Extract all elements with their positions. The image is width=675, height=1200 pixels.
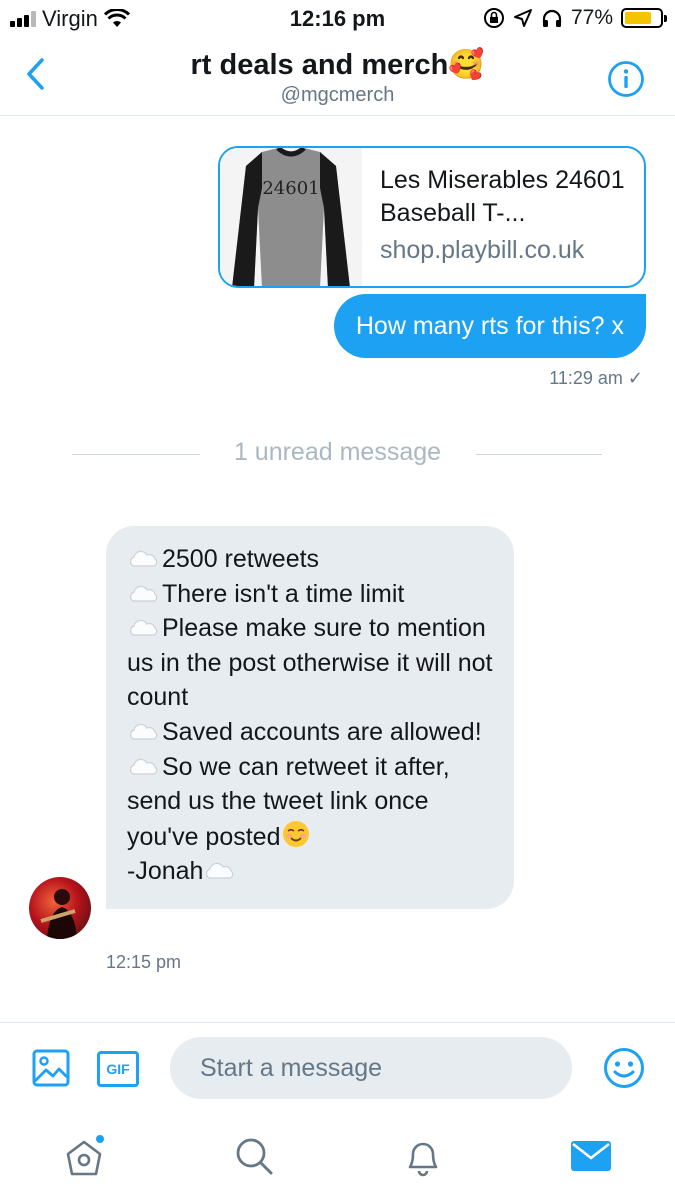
info-icon[interactable] xyxy=(607,60,645,98)
location-icon xyxy=(513,9,532,27)
conversation-header: rt deals and merch🥰 @mgcmerch xyxy=(0,40,675,116)
conversation-title[interactable]: rt deals and merch🥰 xyxy=(0,48,675,82)
incoming-message-bubble[interactable]: 2500 retweets There isn't a time limit P… xyxy=(106,526,514,909)
shirt-print-text: 24601 xyxy=(262,178,319,199)
status-right: 77% xyxy=(483,6,667,30)
rotation-lock-icon xyxy=(483,8,504,28)
gif-button[interactable]: GIF xyxy=(97,1051,139,1087)
avatar[interactable] xyxy=(29,877,91,939)
tab-bar xyxy=(0,1114,675,1200)
card-domain: shop.playbill.co.uk xyxy=(380,236,585,264)
message-line: Please make sure to mention us in the po… xyxy=(127,611,494,715)
notifications-bell-icon[interactable] xyxy=(401,1134,445,1178)
unread-divider: 1 unread message xyxy=(0,436,675,470)
smiling-face-emoji-icon xyxy=(281,819,311,849)
cloud-emoji-icon xyxy=(203,855,235,879)
divider-line-right xyxy=(476,454,602,455)
message-text: -Jonah xyxy=(127,857,204,886)
message-text: Please make sure to mention us in the po… xyxy=(127,614,493,712)
message-input[interactable] xyxy=(170,1037,572,1099)
conversation-handle[interactable]: @mgcmerch xyxy=(0,84,675,107)
battery-percent: 77% xyxy=(570,6,613,29)
search-icon[interactable] xyxy=(232,1134,276,1178)
card-text: Les Miserables 24601 Baseball T-... shop… xyxy=(362,148,644,286)
battery-icon xyxy=(621,8,667,28)
message-composer: GIF xyxy=(0,1022,675,1114)
cloud-emoji-icon xyxy=(127,578,159,602)
emoji-icon[interactable] xyxy=(603,1047,645,1089)
outgoing-message-bubble[interactable]: How many rts for this? x xyxy=(333,294,646,358)
message-line: So we can retweet it after, send us the … xyxy=(127,750,494,855)
cloud-emoji-icon xyxy=(127,716,159,740)
message-line: 2500 retweets xyxy=(127,542,494,577)
card-title: Les Miserables 24601 Baseball T-... xyxy=(380,166,625,227)
cloud-emoji-icon xyxy=(127,543,159,567)
message-text: 2500 retweets xyxy=(162,545,320,573)
cloud-emoji-icon xyxy=(127,612,159,636)
outgoing-timestamp: 11:29 am ✓ xyxy=(549,368,643,388)
image-icon[interactable] xyxy=(32,1049,70,1087)
message-line: -Jonah xyxy=(127,854,494,889)
message-line: Saved accounts are allowed! xyxy=(127,715,494,750)
card-thumbnail: 24601 xyxy=(220,148,362,286)
messages-envelope-icon[interactable] xyxy=(569,1134,613,1178)
link-preview-card[interactable]: 24601 Les Miserables 24601 Baseball T-..… xyxy=(218,146,646,288)
home-icon[interactable] xyxy=(62,1134,106,1178)
tshirt-image: 24601 xyxy=(220,148,362,286)
message-text: Saved accounts are allowed! xyxy=(162,717,482,746)
incoming-timestamp: 12:15 pm xyxy=(106,952,182,972)
status-bar: Virgin 12:16 pm 77% xyxy=(0,0,675,40)
message-line: There isn't a time limit xyxy=(127,577,494,612)
cloud-emoji-icon xyxy=(127,751,159,775)
unread-divider-label: 1 unread message xyxy=(233,438,442,466)
headphones-icon xyxy=(542,9,562,27)
message-text: There isn't a time limit xyxy=(162,579,405,608)
